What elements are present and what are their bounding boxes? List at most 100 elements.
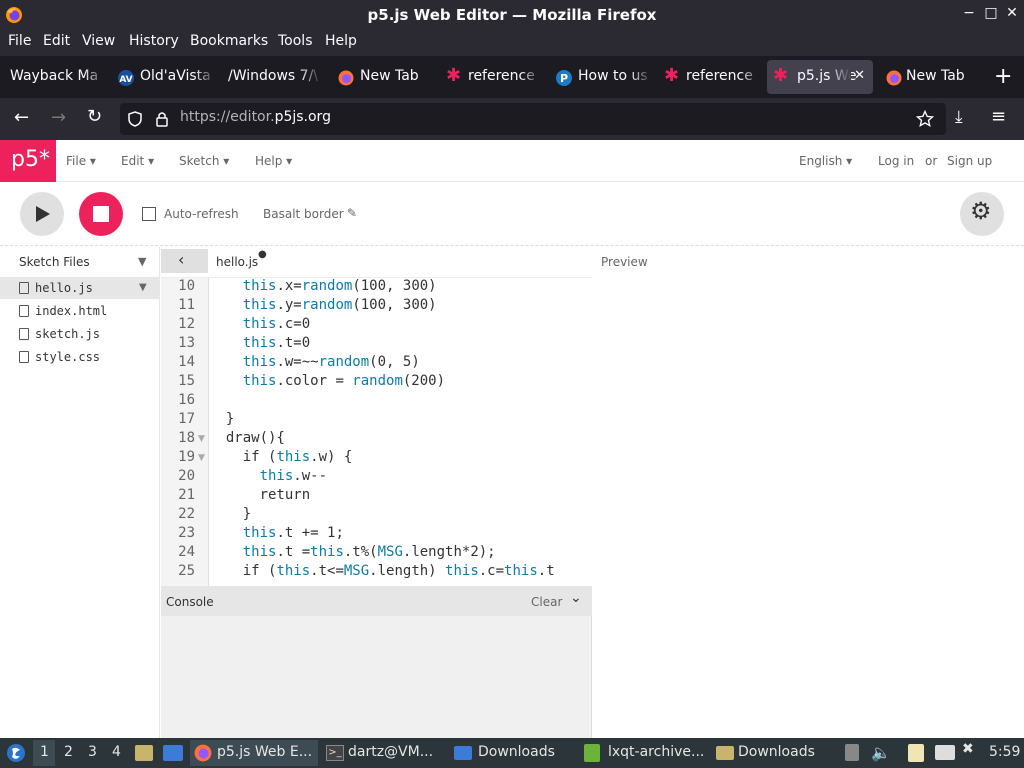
volume-icon[interactable]: 🔈: [871, 743, 891, 762]
reload-icon[interactable]: ↻: [87, 106, 102, 127]
shield-icon[interactable]: [128, 111, 142, 127]
file-item-style-css[interactable]: style.css: [0, 346, 160, 368]
sidebar-title: Sketch Files: [19, 255, 90, 269]
code-line[interactable]: this.t =this.t%(MSG.length*2);: [209, 544, 496, 560]
firefox-icon: [886, 70, 902, 86]
code-line[interactable]: return: [209, 487, 311, 503]
sketch-files-sidebar: Sketch Files ▼ hello.js ▼ index.html ske…: [0, 247, 160, 738]
close-icon[interactable]: ✕: [1003, 5, 1021, 21]
tab-wayback[interactable]: Wayback Ma: [4, 60, 106, 94]
tab-newtab-2[interactable]: New Tab: [878, 60, 978, 94]
workspace-2[interactable]: 2: [64, 744, 73, 760]
tab-howto[interactable]: P How to us: [548, 60, 652, 94]
firefox-icon: [338, 70, 354, 86]
taskbar-item-lxqt-archiver[interactable]: lxqt-archive...: [580, 740, 708, 766]
file-options-icon[interactable]: ▼: [139, 282, 147, 293]
play-button[interactable]: [20, 192, 64, 236]
pencil-icon[interactable]: ✎: [347, 206, 357, 220]
notification-icon[interactable]: ✖: [962, 741, 974, 757]
signup-link[interactable]: Sign up: [947, 154, 992, 168]
workspace-3[interactable]: 3: [88, 744, 97, 760]
menu-file[interactable]: File: [8, 33, 31, 49]
tab-p5js-editor[interactable]: ✱ p5.js We ✕: [767, 60, 873, 94]
maximize-icon[interactable]: □: [982, 5, 1000, 21]
hamburger-menu-icon[interactable]: ≡: [991, 106, 1006, 127]
p5-menu-help[interactable]: Help ▾: [255, 154, 292, 168]
storage-icon[interactable]: [845, 744, 859, 761]
code-line[interactable]: }: [209, 411, 234, 427]
menu-bookmarks[interactable]: Bookmarks: [190, 33, 268, 49]
menu-help[interactable]: Help: [325, 33, 357, 49]
language-selector[interactable]: English ▾: [799, 154, 852, 168]
taskbar: 1 2 3 4 p5.js Web E... >_ dartz@VM... Do…: [0, 738, 1024, 768]
keyboard-icon[interactable]: [935, 745, 955, 760]
clipboard-icon[interactable]: [908, 744, 924, 762]
code-line[interactable]: this.t += 1;: [209, 525, 344, 541]
tab-reference-1[interactable]: ✱ reference: [440, 60, 542, 94]
taskbar-item-downloads-2[interactable]: Downloads: [712, 740, 834, 766]
menu-history[interactable]: History: [129, 33, 179, 49]
file-item-hello-js[interactable]: hello.js ▼: [0, 277, 160, 299]
file-manager-icon[interactable]: [135, 745, 153, 761]
bookmark-star-icon[interactable]: [916, 110, 934, 128]
menu-tools[interactable]: Tools: [278, 33, 313, 49]
collapse-sidebar-button[interactable]: ‹: [161, 249, 208, 273]
taskbar-item-downloads-1[interactable]: Downloads: [450, 740, 576, 766]
workspace-1[interactable]: 1: [40, 744, 49, 760]
p5-logo[interactable]: p5*: [0, 140, 56, 182]
code-line[interactable]: this.y=random(100, 300): [209, 297, 437, 313]
line-number: 12: [178, 316, 195, 332]
folder-icon: [454, 746, 472, 760]
taskbar-item-firefox[interactable]: p5.js Web E...: [190, 740, 318, 766]
forward-icon[interactable]: →: [51, 107, 66, 128]
tab-reference-2[interactable]: ✱ reference: [658, 60, 762, 94]
code-editor[interactable]: 10 11 12 13 14 15 16 17 18 19 20 21 22 23 24 25 ▼ ▼ this.…: [161, 277, 592, 586]
stop-icon: [93, 206, 109, 222]
code-line[interactable]: this.w--: [209, 468, 327, 484]
sketch-name[interactable]: Basalt border: [263, 207, 344, 221]
code-line[interactable]: if (this.w) {: [209, 449, 353, 465]
minimize-icon[interactable]: −: [960, 5, 978, 21]
tab-close-icon[interactable]: ✕: [854, 68, 865, 83]
p5-menu-edit[interactable]: Edit ▾: [121, 154, 154, 168]
fold-arrow-icon[interactable]: ▼: [198, 453, 205, 463]
line-number: 19: [178, 449, 195, 465]
code-line[interactable]: this.t=0: [209, 335, 310, 351]
sketch-toolbar: Auto-refresh Basalt border ✎ ⚙: [0, 182, 1024, 246]
code-line[interactable]: if (this.t<=MSG.length) this.c=this.t: [209, 563, 555, 579]
show-desktop-icon[interactable]: [163, 745, 183, 761]
clear-console-button[interactable]: Clear: [531, 595, 562, 609]
code-line[interactable]: this.c=0: [209, 316, 310, 332]
code-line[interactable]: this.w=~~random(0, 5): [209, 354, 420, 370]
tab-windows7[interactable]: /Windows 7/\: [222, 60, 322, 94]
p5-menu-file[interactable]: File ▾: [66, 154, 96, 168]
lock-icon[interactable]: [156, 111, 168, 127]
taskbar-item-terminal[interactable]: >_ dartz@VM...: [322, 740, 444, 766]
menu-edit[interactable]: Edit: [43, 33, 70, 49]
p5-menu-sketch[interactable]: Sketch ▾: [179, 154, 229, 168]
p5-star-icon: ✱: [446, 65, 462, 86]
auto-refresh-label: Auto-refresh: [164, 207, 239, 221]
code-line[interactable]: draw(){: [209, 430, 285, 446]
code-line[interactable]: this.x=random(100, 300): [209, 278, 437, 294]
line-number: 11: [178, 297, 195, 313]
code-line[interactable]: }: [209, 506, 251, 522]
fold-arrow-icon[interactable]: ▼: [198, 434, 205, 444]
chevron-down-icon[interactable]: ⌄: [570, 590, 582, 606]
code-line[interactable]: this.color = random(200): [209, 373, 445, 389]
file-item-index-html[interactable]: index.html: [0, 300, 160, 322]
new-tab-icon[interactable]: +: [994, 64, 1012, 89]
settings-button[interactable]: ⚙: [960, 192, 1004, 236]
start-menu-icon[interactable]: [6, 743, 26, 763]
menu-view[interactable]: View: [82, 33, 115, 49]
login-link[interactable]: Log in: [878, 154, 914, 168]
tab-newtab-1[interactable]: New Tab: [330, 60, 434, 94]
sidebar-dropdown-icon[interactable]: ▼: [138, 255, 146, 268]
downloads-icon[interactable]: ⤓: [955, 107, 963, 127]
back-icon[interactable]: ←: [14, 107, 29, 128]
tab-oldavista[interactable]: AV Old'aVista: [110, 60, 216, 94]
stop-button[interactable]: [79, 192, 123, 236]
workspace-4[interactable]: 4: [112, 744, 121, 760]
auto-refresh-checkbox[interactable]: [142, 207, 156, 221]
file-item-sketch-js[interactable]: sketch.js: [0, 323, 160, 345]
